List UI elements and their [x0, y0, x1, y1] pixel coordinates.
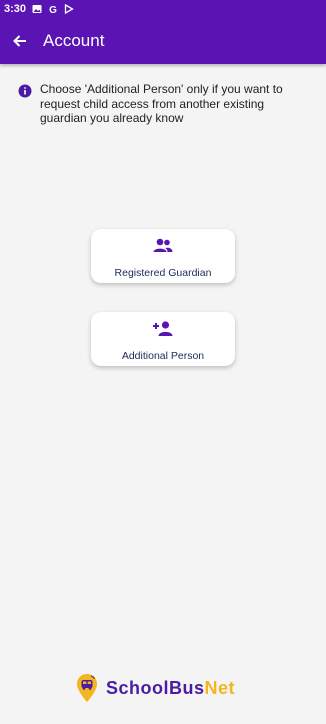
arrow-left-icon — [13, 35, 26, 47]
svg-text:G: G — [49, 5, 57, 14]
additional-person-button[interactable]: Additional Person — [91, 312, 235, 366]
app-bar: Account — [0, 18, 326, 64]
image-icon — [32, 5, 42, 13]
group-people-icon — [153, 238, 173, 252]
google-icon: G — [49, 5, 57, 14]
info-circle-icon — [18, 84, 32, 98]
play-store-icon — [64, 4, 74, 14]
page-title: Account — [43, 31, 105, 50]
registered-guardian-button[interactable]: Registered Guardian — [91, 229, 235, 283]
brand-name: SchoolBusNet — [106, 678, 235, 699]
schoolbus-pin-logo — [77, 674, 97, 702]
status-time: 3:30 — [4, 3, 27, 15]
brand-name-part2: Net — [204, 677, 236, 698]
add-person-icon — [153, 321, 173, 336]
brand-name-part1: SchoolBus — [106, 677, 205, 698]
info-text: Choose 'Additional Person' only if you w… — [40, 82, 283, 125]
registered-guardian-label: Registered Guardian — [114, 267, 212, 279]
brand-footer: SchoolBusNet — [76, 673, 235, 703]
info-message: Choose 'Additional Person' only if you w… — [18, 82, 308, 126]
back-button[interactable] — [0, 18, 40, 64]
status-bar: 3:30 G — [0, 0, 326, 18]
additional-person-label: Additional Person — [121, 350, 205, 362]
